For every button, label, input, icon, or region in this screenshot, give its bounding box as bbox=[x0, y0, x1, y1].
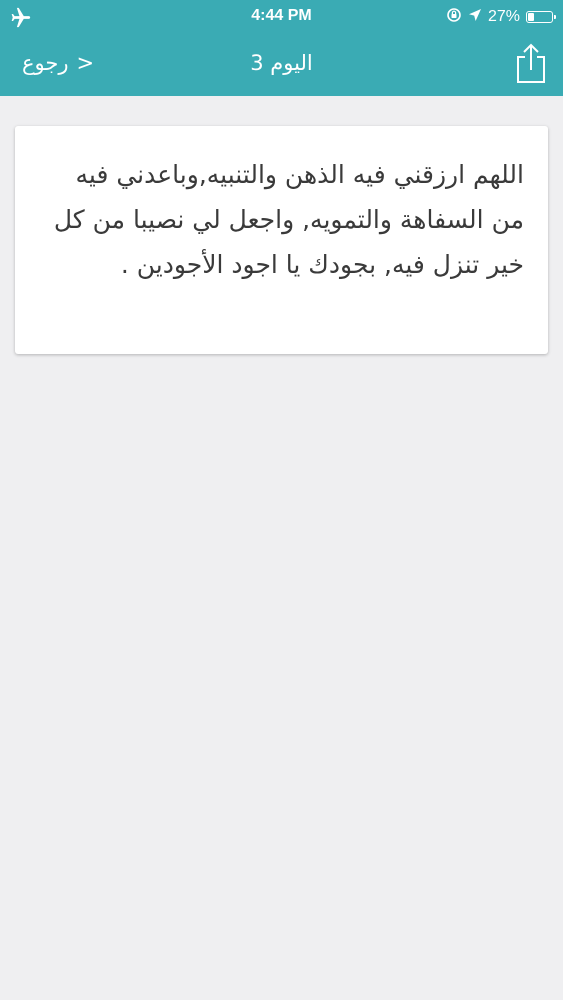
dua-text: اللهم ارزقني فيه الذهن والتنبيه,وباعدني … bbox=[53, 160, 524, 279]
status-right-group: 27% bbox=[446, 6, 556, 28]
page-title: اليوم 3 bbox=[250, 51, 313, 75]
orientation-lock-icon bbox=[446, 7, 462, 28]
battery-icon bbox=[526, 11, 556, 23]
status-bar: 4:44 PM 27% bbox=[0, 0, 563, 34]
location-arrow-icon bbox=[468, 8, 482, 27]
navigation-bar: رجوع > اليوم 3 bbox=[0, 34, 563, 96]
dua-card: اللهم ارزقني فيه الذهن والتنبيه,وباعدني … bbox=[15, 126, 548, 354]
share-icon bbox=[517, 43, 545, 83]
battery-level-fill bbox=[528, 13, 534, 21]
battery-percent: 27% bbox=[487, 8, 520, 25]
share-button[interactable] bbox=[513, 42, 549, 84]
